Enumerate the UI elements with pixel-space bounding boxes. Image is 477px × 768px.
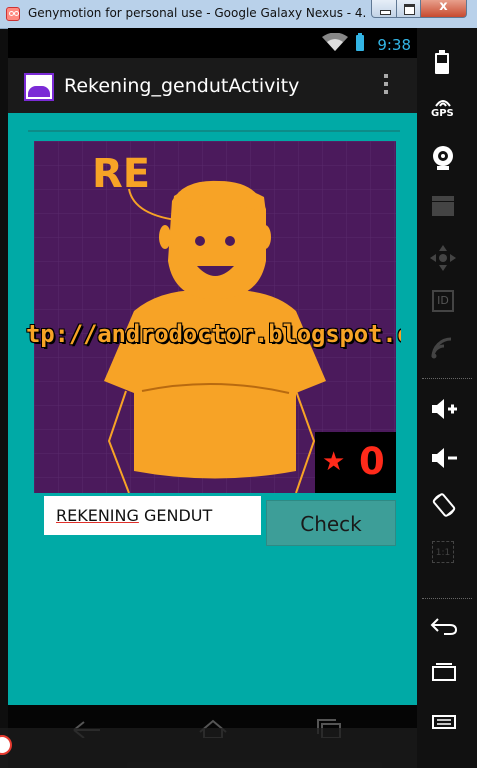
back-button-icon[interactable]: [430, 617, 458, 635]
rss-icon: [431, 337, 452, 359]
screencast-icon: [432, 196, 454, 216]
recent-apps-button-icon[interactable]: [431, 662, 457, 682]
panel-separator: [422, 378, 472, 380]
host-taskbar: [0, 728, 417, 768]
gps-signal-icon: [435, 100, 451, 107]
close-icon: x: [439, 0, 448, 14]
answer-input[interactable]: REKENING GENDUT: [44, 496, 261, 535]
watermark-text: tp://androdoctor.blogspot.co: [26, 320, 401, 348]
app-title: Rekening_gendutActivity: [64, 75, 300, 97]
rotate-icon[interactable]: [431, 492, 457, 518]
battery-icon: [356, 33, 364, 51]
volume-up-icon[interactable]: [430, 397, 458, 421]
check-button[interactable]: Check: [266, 500, 396, 546]
minimize-button[interactable]: [371, 0, 397, 18]
window-title: Genymotion for personal use - Google Gal…: [28, 6, 366, 20]
webcam-icon[interactable]: [431, 145, 455, 171]
device-id-icon: ID: [432, 290, 454, 312]
status-time: 9:38: [377, 36, 411, 54]
dpad-icon: [430, 245, 456, 271]
overflow-menu-icon[interactable]: [383, 72, 389, 98]
star-icon: ★: [322, 447, 346, 477]
volume-down-icon[interactable]: [430, 446, 458, 470]
pixel-perfect-icon: 1:1: [432, 541, 454, 563]
menu-button-icon[interactable]: [432, 715, 456, 729]
divider: [28, 130, 400, 132]
genymotion-logo-icon: [6, 7, 20, 21]
puzzle-caption: RE: [92, 151, 151, 197]
close-button[interactable]: x: [420, 0, 467, 18]
battery-widget-icon[interactable]: [435, 50, 449, 74]
gps-label[interactable]: GPS: [431, 108, 454, 119]
wifi-icon: [322, 33, 348, 51]
maximize-button[interactable]: [396, 0, 421, 18]
app-icon[interactable]: [24, 73, 54, 101]
panel-separator: [422, 598, 472, 600]
score-value: 0: [359, 440, 385, 483]
answer-word-1: REKENING: [56, 506, 139, 525]
answer-word-2: GENDUT: [138, 506, 213, 525]
